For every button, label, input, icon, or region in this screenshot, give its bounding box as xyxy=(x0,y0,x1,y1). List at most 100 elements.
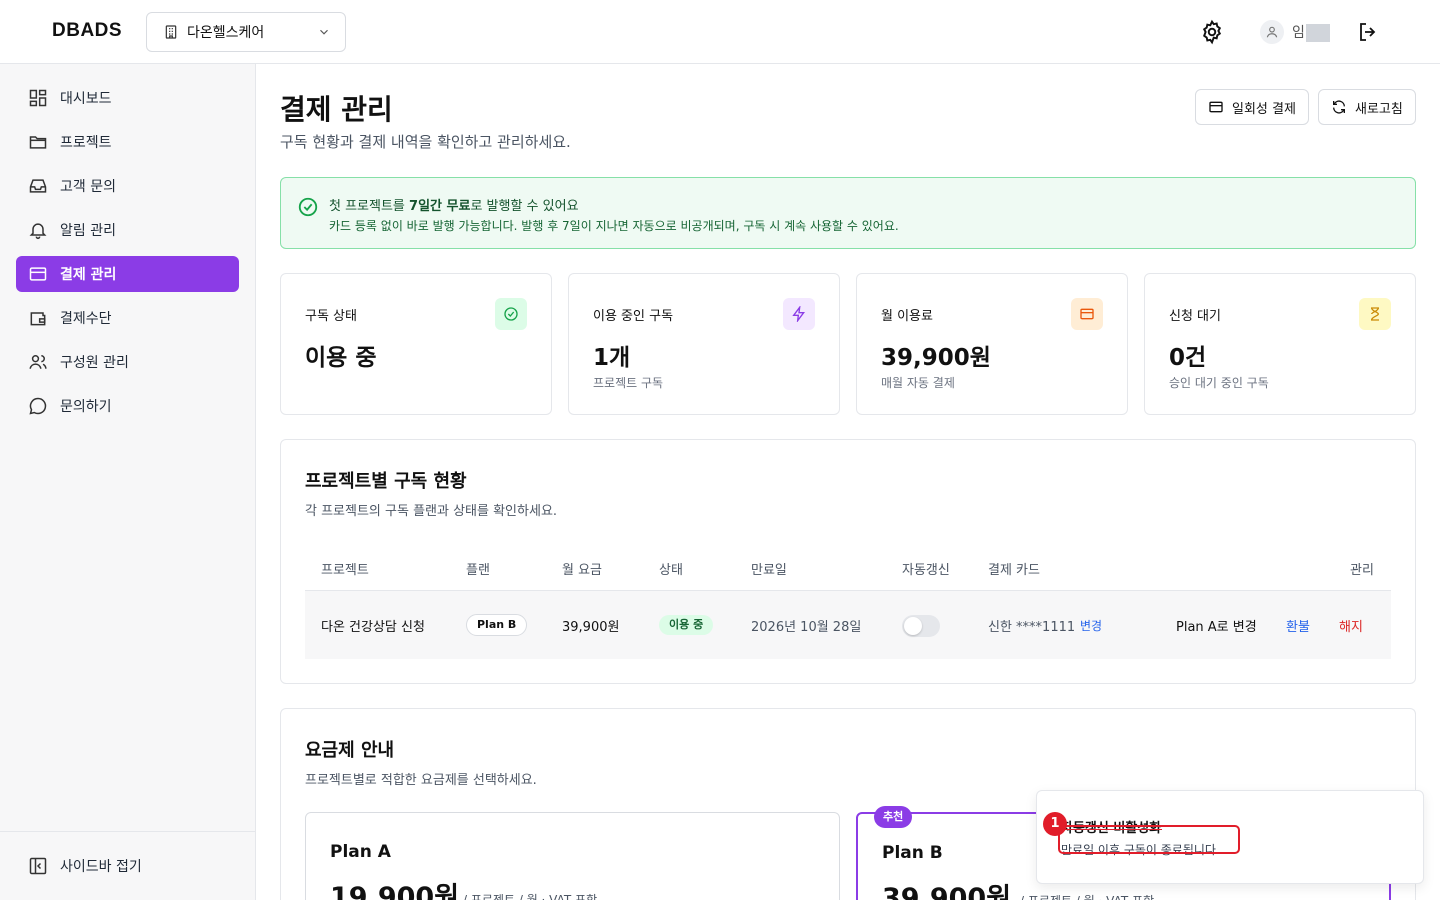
hourglass-icon xyxy=(1371,307,1380,321)
page-title: 결제 관리 xyxy=(280,93,393,126)
stat-cards: 구독 상태 이용 중 이용 중인 구독 1개 프로젝트 구독 월 이용료 39,… xyxy=(280,273,1416,415)
sidebar-item-label: 고객 문의 xyxy=(60,179,116,195)
plan-unit: / 프로젝트 / 월 · VAT 포함 xyxy=(1020,892,1154,900)
plans-title: 요금제 안내 xyxy=(305,740,395,761)
change-card-link[interactable]: 변경 xyxy=(1080,617,1102,634)
stat-label: 구독 상태 xyxy=(305,309,357,324)
stat-icon-box xyxy=(1359,298,1391,330)
check-circle-icon xyxy=(504,307,518,321)
column-header: 결제 카드 xyxy=(988,563,1040,578)
main-content: 결제 관리 구독 현황과 결제 내역을 확인하고 관리하세요. 일회성 결제 새… xyxy=(280,64,1416,900)
message-icon xyxy=(29,397,47,415)
chevron-down-icon xyxy=(320,29,328,35)
organization-select[interactable]: 다온헬스케어 xyxy=(146,12,346,52)
recommended-badge: 추천 xyxy=(874,806,913,828)
stat-label: 이용 중인 구독 xyxy=(593,309,674,324)
column-header: 상태 xyxy=(659,563,683,578)
users-icon xyxy=(29,355,47,369)
stat-sub: 승인 대기 중인 구독 xyxy=(1169,376,1269,390)
subscriptions-title: 프로젝트별 구독 현황 xyxy=(305,471,467,492)
sidebar-nav: 대시보드 프로젝트 고객 문의 알림 관리 결제 관리 결제수단 구성원 관리 xyxy=(16,80,239,432)
sidebar-item-payment-methods[interactable]: 결제수단 xyxy=(16,300,239,336)
payment-card: 신한 ****1111 xyxy=(988,620,1076,635)
refund-button[interactable]: 환불 xyxy=(1286,616,1310,635)
stat-sub: 프로젝트 구독 xyxy=(593,376,664,390)
subscriptions-subtitle: 각 프로젝트의 구독 플랜과 상태를 확인하세요. xyxy=(305,504,558,519)
gear-icon[interactable] xyxy=(1199,19,1225,45)
column-header: 월 요금 xyxy=(562,563,603,578)
stat-card-active-subscriptions: 이용 중인 구독 1개 프로젝트 구독 xyxy=(568,273,840,415)
notice-title: 첫 프로젝트를 7일간 무료로 발행할 수 있어요 xyxy=(329,195,579,214)
one-time-payment-label: 일회성 결제 xyxy=(1232,101,1296,117)
sidebar-item-label: 구성원 관리 xyxy=(60,355,129,371)
sidebar-item-label: 문의하기 xyxy=(60,399,112,415)
grid-icon xyxy=(29,89,47,107)
stat-value: 0건 xyxy=(1169,345,1207,371)
table-row: 다온 건강상담 신청 Plan B 39,900원 이용 중 2026년 10월… xyxy=(305,591,1391,659)
sidebar-item-projects[interactable]: 프로젝트 xyxy=(16,124,239,160)
notice-title-post: 로 발행할 수 있어요 xyxy=(470,199,579,214)
plan-name: Plan B xyxy=(882,843,943,863)
expiry-date: 2026년 10월 28일 xyxy=(751,620,862,635)
stat-card-monthly-fee: 월 이용료 39,900원 매월 자동 결제 xyxy=(856,273,1128,415)
stat-icon-box xyxy=(1071,298,1103,330)
check-circle-icon xyxy=(298,197,318,217)
sidebar-collapse-icon xyxy=(29,857,47,875)
logo[interactable]: DBADS xyxy=(52,20,122,42)
project-name: 다온 건강상담 신청 xyxy=(321,620,425,635)
column-header: 플랜 xyxy=(466,563,490,578)
card-icon xyxy=(1209,101,1223,113)
page-subtitle: 구독 현황과 결제 내역을 확인하고 관리하세요. xyxy=(280,133,571,151)
monthly-fee: 39,900원 xyxy=(562,620,620,635)
sidebar-item-label: 프로젝트 xyxy=(60,135,112,151)
change-plan-button[interactable]: Plan A로 변경 xyxy=(1176,616,1257,635)
sidebar-item-dashboard[interactable]: 대시보드 xyxy=(16,80,239,116)
user-name: 임 xyxy=(1292,22,1330,42)
stat-card-pending: 신청 대기 0건 승인 대기 중인 구독 xyxy=(1144,273,1416,415)
notice-title-pre: 첫 프로젝트를 xyxy=(329,199,410,214)
stat-icon-box xyxy=(783,298,815,330)
plans-subtitle: 프로젝트별로 적합한 요금제를 선택하세요. xyxy=(305,773,537,788)
auto-renew-toggle[interactable] xyxy=(902,615,940,637)
redacted-block xyxy=(1305,24,1330,42)
top-bar: DBADS 다온헬스케어 임 xyxy=(0,0,1440,64)
refresh-button[interactable]: 새로고침 xyxy=(1318,89,1416,125)
credit-card-icon xyxy=(29,267,47,281)
card-icon xyxy=(1080,308,1094,320)
sidebar-footer: 사이드바 접기 xyxy=(0,831,255,900)
sidebar-item-label: 결제 관리 xyxy=(60,267,117,283)
annotation-box xyxy=(1058,825,1240,854)
organization-name: 다온헬스케어 xyxy=(187,25,265,41)
user-menu[interactable]: 임 xyxy=(1260,20,1330,44)
stat-value: 이용 중 xyxy=(305,345,377,371)
collapse-sidebar-button[interactable]: 사이드바 접기 xyxy=(28,856,142,876)
plan-unit: / 프로젝트 / 월 · VAT 포함 xyxy=(463,893,598,900)
cancel-subscription-button[interactable]: 해지 xyxy=(1339,616,1363,635)
stat-value: 1개 xyxy=(593,345,631,371)
refresh-icon xyxy=(1333,100,1345,114)
building-icon xyxy=(165,25,177,39)
folder-icon xyxy=(29,136,47,149)
plan-badge: Plan B xyxy=(466,614,528,636)
sidebar-item-label: 대시보드 xyxy=(60,91,112,107)
lightning-icon xyxy=(792,306,805,322)
plan-card-a[interactable]: Plan A 19,900원 / 프로젝트 / 월 · VAT 포함 xyxy=(305,812,840,900)
one-time-payment-button[interactable]: 일회성 결제 xyxy=(1195,89,1309,125)
sidebar-item-customer-inquiry[interactable]: 고객 문의 xyxy=(16,168,239,204)
sidebar-item-notifications[interactable]: 알림 관리 xyxy=(16,212,239,248)
sidebar-item-members[interactable]: 구성원 관리 xyxy=(16,344,239,380)
subscriptions-card: 프로젝트별 구독 현황 각 프로젝트의 구독 플랜과 상태를 확인하세요. 프로… xyxy=(280,439,1416,684)
free-trial-notice: 첫 프로젝트를 7일간 무료로 발행할 수 있어요 카드 등록 없이 바로 발행… xyxy=(280,177,1416,249)
logout-icon[interactable] xyxy=(1356,20,1380,44)
sidebar: 대시보드 프로젝트 고객 문의 알림 관리 결제 관리 결제수단 구성원 관리 xyxy=(0,64,256,900)
sidebar-item-billing[interactable]: 결제 관리 xyxy=(16,256,239,292)
stat-icon-box xyxy=(495,298,527,330)
plan-price: 19,900원 xyxy=(330,882,460,900)
sidebar-item-contact[interactable]: 문의하기 xyxy=(16,388,239,424)
annotation-number: 1 xyxy=(1043,812,1067,836)
plan-price: 39,900원 xyxy=(882,883,1012,900)
plan-name: Plan A xyxy=(330,842,391,862)
column-header: 관리 xyxy=(1350,563,1374,578)
table-header: 프로젝트 플랜 월 요금 상태 만료일 자동갱신 결제 카드 관리 xyxy=(305,546,1391,591)
wallet-icon xyxy=(30,312,46,326)
